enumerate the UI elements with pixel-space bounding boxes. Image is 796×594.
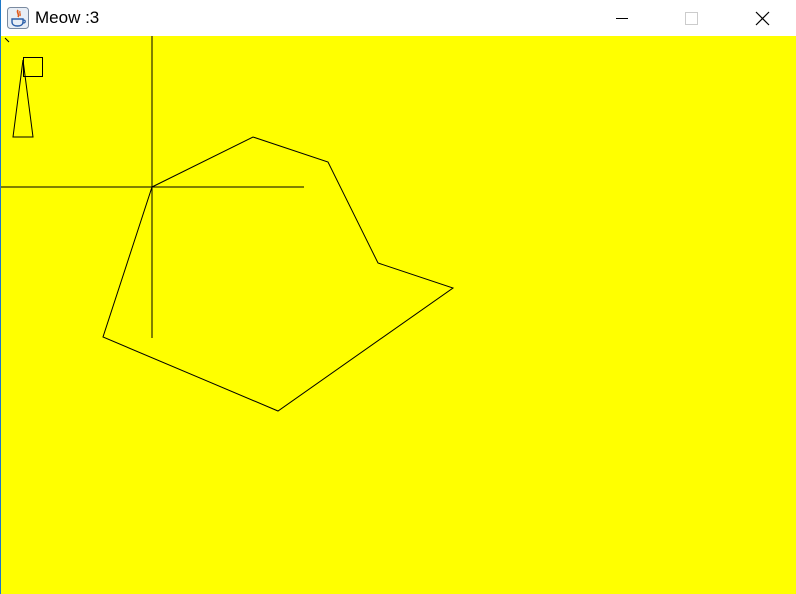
close-icon — [755, 11, 770, 26]
title-bar[interactable]: Meow :3 — [1, 0, 796, 36]
small-square — [23, 57, 43, 77]
polygon-shape — [102, 136, 455, 412]
drawing-surface — [1, 36, 455, 412]
java-icon[interactable] — [7, 7, 29, 29]
app-window: Meow :3 — [0, 0, 796, 594]
drawing-canvas[interactable] — [1, 36, 796, 594]
minimize-button[interactable] — [599, 0, 645, 36]
close-button[interactable] — [739, 0, 785, 36]
window-title: Meow :3 — [35, 8, 100, 27]
maximize-button[interactable] — [668, 0, 714, 36]
corner-tick — [4, 37, 10, 43]
minimize-icon — [616, 18, 628, 19]
maximize-icon — [685, 12, 698, 25]
